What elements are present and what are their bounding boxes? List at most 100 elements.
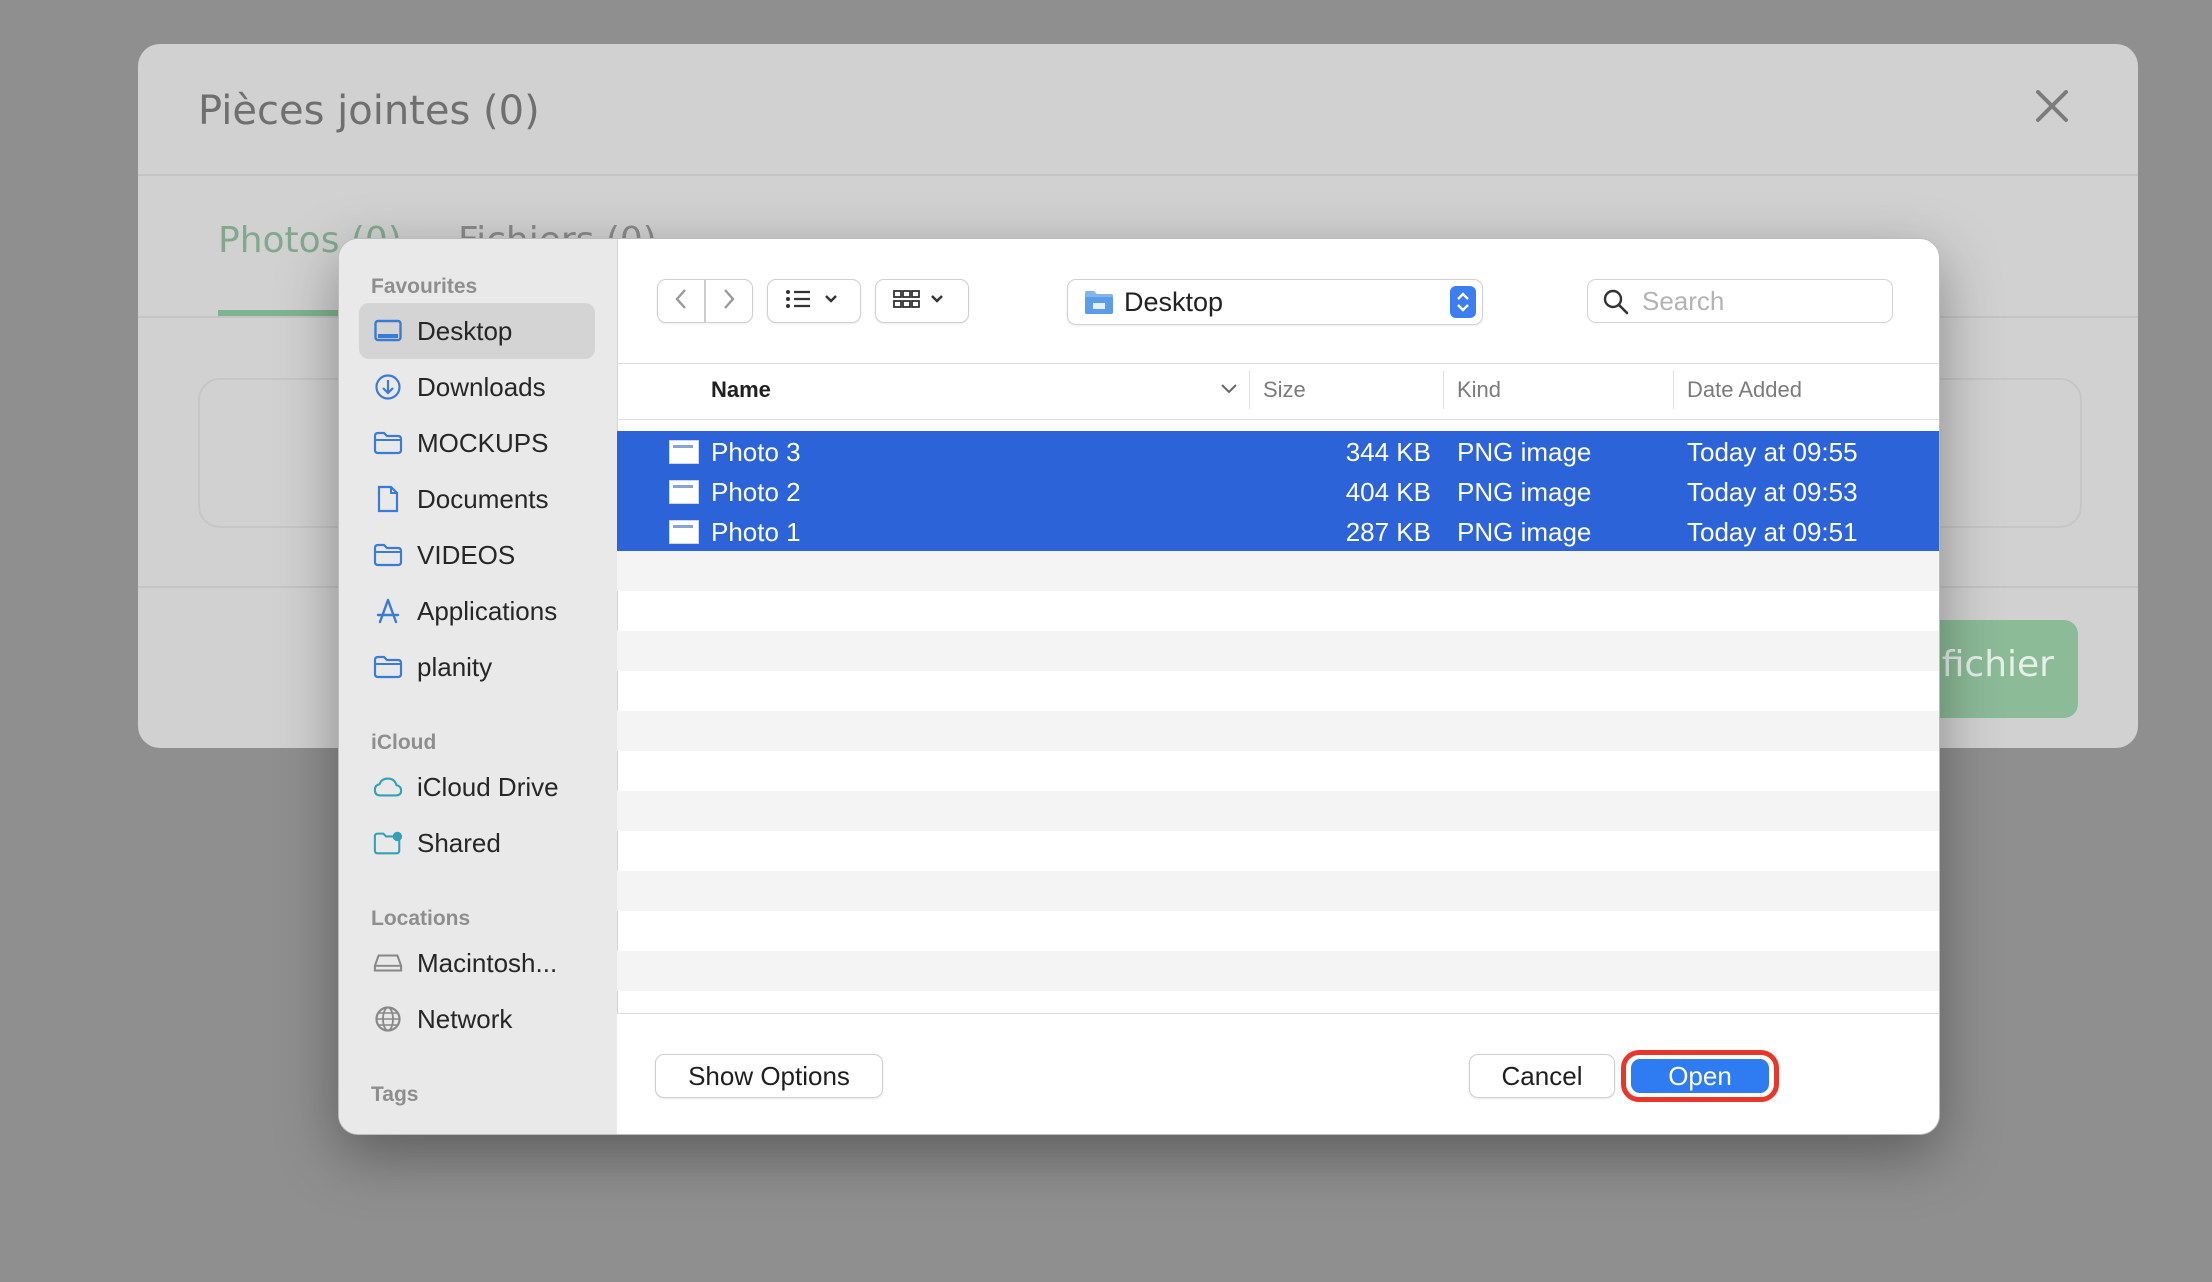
sidebar-item-mockups[interactable]: MOCKUPS	[359, 415, 595, 471]
document-icon	[373, 484, 403, 514]
empty-row	[617, 871, 1939, 911]
search-field[interactable]: Search	[1587, 279, 1893, 323]
column-headers: Name Size Kind Date Added	[617, 363, 1939, 420]
cancel-button[interactable]: Cancel	[1469, 1054, 1615, 1098]
sidebar-item-label: Desktop	[417, 316, 512, 347]
empty-row	[617, 751, 1939, 791]
file-row[interactable]: Photo 2 404 KB PNG image Today at 09:53	[617, 471, 1939, 511]
sidebar-item-planity[interactable]: planity	[359, 639, 595, 695]
sidebar-item-label: MOCKUPS	[417, 428, 548, 459]
grid-view-button[interactable]	[875, 279, 969, 323]
applications-icon	[373, 596, 403, 626]
sidebar-item-label: Shared	[417, 828, 501, 859]
divider	[138, 174, 2138, 176]
close-icon[interactable]	[2030, 84, 2074, 128]
file-list: Photo 3 344 KB PNG image Today at 09:55 …	[617, 431, 1939, 1011]
empty-row	[617, 831, 1939, 871]
download-icon	[373, 372, 403, 402]
column-separator	[1443, 371, 1444, 409]
back-button[interactable]	[657, 279, 705, 323]
file-size: 287 KB	[1346, 517, 1431, 548]
image-file-icon	[669, 520, 699, 544]
chevron-right-icon	[721, 287, 737, 316]
file-kind: PNG image	[1457, 437, 1591, 468]
add-file-button-label: fichier	[1942, 644, 2054, 685]
file-name: Photo 3	[711, 437, 801, 468]
show-options-button[interactable]: Show Options	[655, 1054, 883, 1098]
sidebar-item-macintosh[interactable]: Macintosh...	[359, 935, 595, 991]
open-button[interactable]: Open	[1631, 1059, 1769, 1093]
search-placeholder: Search	[1642, 286, 1724, 317]
sidebar-item-label: VIDEOS	[417, 540, 515, 571]
cloud-icon	[373, 772, 403, 802]
sidebar-section-tags: Tags	[371, 1083, 418, 1107]
folder-icon	[1084, 289, 1114, 320]
stepper-icon	[1450, 286, 1476, 318]
file-name: Photo 1	[711, 517, 801, 548]
column-name[interactable]: Name	[711, 377, 771, 403]
folder-icon	[373, 652, 403, 682]
disk-icon	[373, 948, 403, 978]
sidebar-item-label: planity	[417, 652, 492, 683]
chevron-left-icon	[673, 287, 689, 316]
empty-row	[617, 791, 1939, 831]
file-date: Today at 09:53	[1687, 477, 1858, 508]
grid-icon	[892, 287, 952, 316]
file-date: Today at 09:55	[1687, 437, 1858, 468]
column-size[interactable]: Size	[1263, 377, 1306, 403]
column-date-added[interactable]: Date Added	[1687, 377, 1802, 403]
list-icon	[784, 287, 844, 316]
column-separator	[1249, 371, 1250, 409]
file-size: 344 KB	[1346, 437, 1431, 468]
sidebar-item-icloud-drive[interactable]: iCloud Drive	[359, 759, 595, 815]
forward-button[interactable]	[705, 279, 753, 323]
sidebar-item-network[interactable]: Network	[359, 991, 595, 1047]
file-kind: PNG image	[1457, 477, 1591, 508]
chevron-down-icon	[1219, 381, 1239, 402]
sidebar-item-videos[interactable]: VIDEOS	[359, 527, 595, 583]
file-name: Photo 2	[711, 477, 801, 508]
desktop-icon	[373, 316, 403, 346]
sidebar-section-locations: Locations	[371, 907, 470, 931]
sidebar: Favourites Desktop Downloads MOCKUPS Doc…	[339, 239, 618, 1134]
sidebar-item-desktop[interactable]: Desktop	[359, 303, 595, 359]
file-size: 404 KB	[1346, 477, 1431, 508]
empty-row	[617, 951, 1939, 991]
dialog-toolbar: Desktop Search	[617, 239, 1939, 364]
file-kind: PNG image	[1457, 517, 1591, 548]
open-button-highlight: Open	[1621, 1050, 1779, 1102]
empty-row	[617, 911, 1939, 951]
sidebar-item-applications[interactable]: Applications	[359, 583, 595, 639]
location-label: Desktop	[1124, 287, 1223, 318]
sidebar-item-documents[interactable]: Documents	[359, 471, 595, 527]
image-file-icon	[669, 440, 699, 464]
column-kind[interactable]: Kind	[1457, 377, 1501, 403]
list-view-button[interactable]	[767, 279, 861, 323]
sidebar-item-downloads[interactable]: Downloads	[359, 359, 595, 415]
shared-folder-icon	[373, 828, 403, 858]
dialog-footer: Show Options Cancel Open	[617, 1013, 1939, 1134]
empty-row	[617, 711, 1939, 751]
empty-row	[617, 591, 1939, 631]
sidebar-section-favourites: Favourites	[371, 275, 477, 299]
globe-icon	[373, 1004, 403, 1034]
file-row[interactable]: Photo 1 287 KB PNG image Today at 09:51	[617, 511, 1939, 551]
sidebar-item-shared[interactable]: Shared	[359, 815, 595, 871]
empty-row	[617, 551, 1939, 591]
sidebar-item-label: Network	[417, 1004, 512, 1035]
file-open-dialog: Favourites Desktop Downloads MOCKUPS Doc…	[338, 238, 1940, 1135]
sidebar-item-label: Downloads	[417, 372, 546, 403]
sidebar-item-label: iCloud Drive	[417, 772, 559, 803]
background-modal-title: Pièces jointes (0)	[198, 88, 540, 134]
column-separator	[1673, 371, 1674, 409]
sidebar-item-label: Documents	[417, 484, 549, 515]
location-popup[interactable]: Desktop	[1067, 279, 1483, 325]
folder-icon	[373, 428, 403, 458]
empty-row	[617, 631, 1939, 671]
folder-icon	[373, 540, 403, 570]
image-file-icon	[669, 480, 699, 504]
search-icon	[1602, 288, 1630, 321]
sidebar-item-label: Macintosh...	[417, 948, 557, 979]
file-row[interactable]: Photo 3 344 KB PNG image Today at 09:55	[617, 431, 1939, 471]
sidebar-item-label: Applications	[417, 596, 557, 627]
